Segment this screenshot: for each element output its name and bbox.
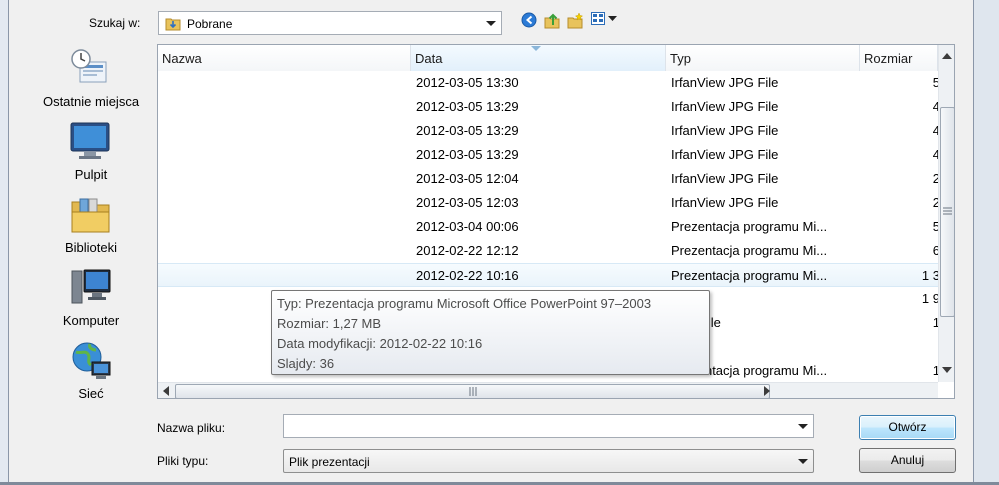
look-in-combo[interactable]: Pobrane bbox=[158, 11, 502, 35]
horizontal-scrollbar[interactable] bbox=[158, 382, 938, 398]
file-size: 5 bbox=[932, 75, 940, 90]
look-in-label: Szukaj w: bbox=[89, 16, 141, 30]
file-date: 2012-03-05 12:04 bbox=[416, 171, 519, 186]
place-label: Pulpit bbox=[74, 167, 108, 182]
place-computer[interactable]: Komputer bbox=[30, 263, 152, 333]
column-header-date[interactable]: Data bbox=[411, 45, 666, 71]
horizontal-scroll-thumb[interactable] bbox=[175, 384, 770, 398]
file-row[interactable]: Niektore_formy_reklamy_interne...2012-03… bbox=[158, 215, 940, 239]
downloads-folder-icon bbox=[165, 16, 181, 34]
file-size: 2 bbox=[932, 171, 940, 186]
file-size: 1 9 bbox=[921, 291, 940, 306]
place-recent[interactable]: Ostatnie miejsca bbox=[30, 44, 152, 114]
tooltip-modified: Data modyfikacji: 2012-02-22 10:16 bbox=[277, 336, 483, 351]
file-date: 2012-02-22 10:16 bbox=[416, 268, 519, 283]
sort-descending-icon bbox=[531, 46, 541, 51]
look-in-value: Pobrane bbox=[187, 17, 233, 31]
place-label: Sieć bbox=[78, 386, 104, 401]
cancel-button[interactable]: Anuluj bbox=[859, 448, 956, 473]
new-folder-icon[interactable] bbox=[567, 12, 584, 30]
file-type-value: Plik prezentacji bbox=[289, 455, 370, 469]
file-size: 1 bbox=[932, 363, 940, 378]
file-row[interactable]: zdjęcie(2)2012-03-05 13:29IrfanView JPG … bbox=[158, 119, 940, 143]
open-button[interactable]: Otwórz bbox=[859, 415, 956, 440]
file-size: 4 bbox=[932, 147, 940, 162]
file-date: 2012-03-05 13:29 bbox=[416, 123, 519, 138]
file-type: IrfanView JPG File bbox=[671, 99, 779, 114]
file-size: 4 bbox=[932, 123, 940, 138]
scroll-up-arrow-icon[interactable] bbox=[942, 53, 952, 59]
file-size: 4 bbox=[932, 99, 940, 114]
file-size: 2 bbox=[932, 195, 940, 210]
chevron-down-icon[interactable] bbox=[798, 424, 808, 429]
file-row[interactable]: lect10-mpeg12012-02-22 12:12Prezentacja … bbox=[158, 239, 940, 263]
vertical-scrollbar[interactable] bbox=[938, 45, 954, 382]
recent-places-icon bbox=[71, 49, 107, 83]
file-type: IrfanView JPG File bbox=[671, 147, 779, 162]
column-header-label: Typ bbox=[670, 51, 691, 66]
file-type: Prezentacja programu Mi... bbox=[671, 219, 828, 234]
place-desktop[interactable]: Pulpit bbox=[30, 117, 152, 187]
network-icon bbox=[72, 342, 111, 379]
view-menu-icon[interactable] bbox=[591, 12, 619, 30]
file-type: Prezentacja programu Mi... bbox=[671, 243, 828, 258]
file-date: 2012-03-05 13:29 bbox=[416, 99, 519, 114]
file-size: 5 bbox=[932, 219, 940, 234]
back-icon[interactable] bbox=[521, 12, 537, 30]
file-date: 2012-03-04 00:06 bbox=[416, 219, 519, 234]
chevron-down-icon[interactable] bbox=[486, 21, 496, 26]
libraries-icon bbox=[71, 198, 110, 233]
column-header-label: Nazwa bbox=[162, 51, 202, 66]
window-frame-right bbox=[973, 0, 999, 485]
place-label: Ostatnie miejsca bbox=[42, 94, 140, 109]
place-label: Biblioteki bbox=[64, 240, 118, 255]
tooltip-slides: Slajdy: 36 bbox=[277, 356, 335, 371]
column-header-label: Data bbox=[415, 51, 443, 66]
file-date: 2012-03-05 13:30 bbox=[416, 75, 519, 90]
file-date: 2012-03-05 13:29 bbox=[416, 147, 519, 162]
place-libraries[interactable]: Biblioteki bbox=[30, 190, 152, 260]
scroll-grip-icon bbox=[469, 387, 477, 396]
chevron-down-icon[interactable] bbox=[798, 459, 808, 464]
window-frame-left bbox=[0, 0, 9, 485]
scroll-grip-icon bbox=[943, 207, 952, 215]
column-header-type[interactable]: Typ bbox=[666, 45, 860, 71]
file-row[interactable]: merc(3)2012-03-05 12:04IrfanView JPG Fil… bbox=[158, 167, 940, 191]
file-name-input[interactable] bbox=[283, 414, 814, 438]
file-type: Prezentacja programu Mi... bbox=[671, 268, 828, 283]
scroll-left-arrow-icon[interactable] bbox=[163, 386, 169, 396]
file-type: IrfanView JPG File bbox=[671, 75, 779, 90]
place-network[interactable]: Sieć bbox=[30, 336, 152, 406]
file-info-tooltip: Typ: Prezentacja programu Microsoft Offi… bbox=[271, 290, 710, 375]
file-size: 1 bbox=[932, 315, 940, 330]
tooltip-size: Rozmiar: 1,27 MB bbox=[277, 316, 382, 331]
file-size: 1 3 bbox=[921, 268, 940, 283]
column-header-label: Rozmiar bbox=[864, 51, 913, 66]
column-header-name[interactable]: Nazwa bbox=[158, 45, 411, 71]
up-folder-icon[interactable] bbox=[544, 12, 561, 30]
file-row[interactable]: zdjęcie(3)2012-03-05 13:29IrfanView JPG … bbox=[158, 143, 940, 167]
file-type: IrfanView JPG File bbox=[671, 171, 779, 186]
file-type-label: Pliki typu: bbox=[157, 454, 209, 468]
file-date: 2012-03-05 12:03 bbox=[416, 195, 519, 210]
scroll-right-arrow-icon[interactable] bbox=[764, 386, 770, 396]
file-name-label: Nazwa pliku: bbox=[157, 421, 226, 435]
column-header-size[interactable]: Rozmiar bbox=[860, 45, 938, 71]
file-size: 6 bbox=[932, 243, 940, 258]
file-row[interactable]: compression_presentation_4152012-02-22 1… bbox=[158, 263, 940, 287]
file-row[interactable]: zdjęcie(4)2012-03-05 13:29IrfanView JPG … bbox=[158, 95, 940, 119]
place-label: Komputer bbox=[62, 313, 120, 328]
scroll-down-arrow-icon[interactable] bbox=[942, 367, 952, 373]
vertical-scroll-thumb[interactable] bbox=[940, 107, 954, 317]
file-date: 2012-02-22 12:12 bbox=[416, 243, 519, 258]
file-row[interactable]: zdjęcie(5)2012-03-05 13:30IrfanView JPG … bbox=[158, 71, 940, 95]
file-type-combo[interactable]: Plik prezentacji bbox=[283, 449, 814, 473]
file-row[interactable]: merc(2)2012-03-05 12:03IrfanView JPG Fil… bbox=[158, 191, 940, 215]
computer-icon bbox=[71, 269, 111, 304]
file-type: IrfanView JPG File bbox=[671, 123, 779, 138]
desktop-icon bbox=[70, 122, 110, 159]
tooltip-type: Typ: Prezentacja programu Microsoft Offi… bbox=[277, 296, 652, 311]
file-type: IrfanView JPG File bbox=[671, 195, 779, 210]
